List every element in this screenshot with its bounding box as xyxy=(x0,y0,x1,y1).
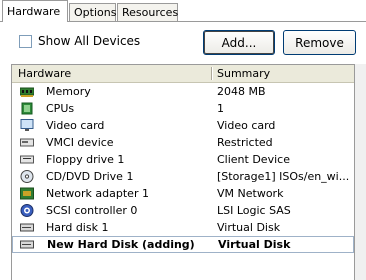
hardware-name: CD/DVD Drive 1 xyxy=(46,170,134,183)
hardware-name: New Hard Disk (adding) xyxy=(47,238,195,251)
table-row[interactable]: Floppy drive 1 Client Device xyxy=(12,151,354,168)
hardware-summary: Restricted xyxy=(217,136,273,149)
hardware-summary: Virtual Disk xyxy=(217,221,281,234)
memory-icon xyxy=(19,85,35,98)
show-all-devices-checkbox[interactable] xyxy=(19,35,32,48)
tab-strip: Hardware Options Resources xyxy=(0,0,366,22)
column-header-summary[interactable]: Summary xyxy=(217,67,270,80)
hardware-name: Video card xyxy=(46,119,105,132)
hardware-name: Network adapter 1 xyxy=(46,187,149,200)
tab-resources[interactable]: Resources xyxy=(117,3,178,21)
hardware-table: Hardware Summary Memory 2048 MB CPUs 1 V… xyxy=(11,64,355,280)
floppy-icon xyxy=(20,153,34,166)
hardware-summary: Video card xyxy=(217,119,276,132)
scroll-area-edge xyxy=(355,64,366,280)
table-row[interactable]: Video card Video card xyxy=(12,117,354,134)
hardware-summary: 1 xyxy=(217,102,224,115)
table-row[interactable]: SCSI controller 0 LSI Logic SAS xyxy=(12,202,354,219)
remove-button[interactable]: Remove xyxy=(283,30,356,55)
hardware-summary: VM Network xyxy=(217,187,284,200)
table-header: Hardware Summary xyxy=(12,65,354,83)
table-row[interactable]: VMCI device Restricted xyxy=(12,134,354,151)
column-divider[interactable] xyxy=(211,67,212,80)
scsi-controller-icon xyxy=(20,204,34,217)
hardware-name: CPUs xyxy=(46,102,75,115)
table-row[interactable]: CPUs 1 xyxy=(12,100,354,117)
hardware-summary: Client Device xyxy=(217,153,290,166)
hardware-name: Hard disk 1 xyxy=(46,221,109,234)
hard-disk-icon xyxy=(20,221,34,234)
network-icon xyxy=(20,187,34,200)
hardware-summary: [Storage1] ISOs/en_wi... xyxy=(217,170,350,183)
hardware-summary: Virtual Disk xyxy=(218,238,291,251)
hardware-name: VMCI device xyxy=(46,136,114,149)
table-row[interactable]: Hard disk 1 Virtual Disk xyxy=(12,219,354,236)
add-button[interactable]: Add... xyxy=(203,30,275,55)
hardware-name: Floppy drive 1 xyxy=(46,153,125,166)
hardware-summary: LSI Logic SAS xyxy=(217,204,291,217)
table-row[interactable]: Network adapter 1 VM Network xyxy=(12,185,354,202)
table-row-selected[interactable]: New Hard Disk (adding) Virtual Disk xyxy=(12,236,354,253)
device-icon xyxy=(20,136,34,149)
hardware-name: Memory xyxy=(46,85,91,98)
hardware-summary: 2048 MB xyxy=(217,85,266,98)
cd-drive-icon xyxy=(20,170,34,183)
tab-options[interactable]: Options xyxy=(69,3,116,21)
show-all-devices-label[interactable]: Show All Devices xyxy=(38,34,140,48)
column-header-hardware[interactable]: Hardware xyxy=(18,67,71,80)
hardware-name: SCSI controller 0 xyxy=(46,204,138,217)
tab-hardware[interactable]: Hardware xyxy=(2,0,68,22)
table-row[interactable]: Memory 2048 MB xyxy=(12,83,354,100)
hard-disk-icon xyxy=(20,238,34,251)
table-row[interactable]: CD/DVD Drive 1 [Storage1] ISOs/en_wi... xyxy=(12,168,354,185)
monitor-icon xyxy=(20,119,34,132)
cpu-icon xyxy=(20,102,34,115)
